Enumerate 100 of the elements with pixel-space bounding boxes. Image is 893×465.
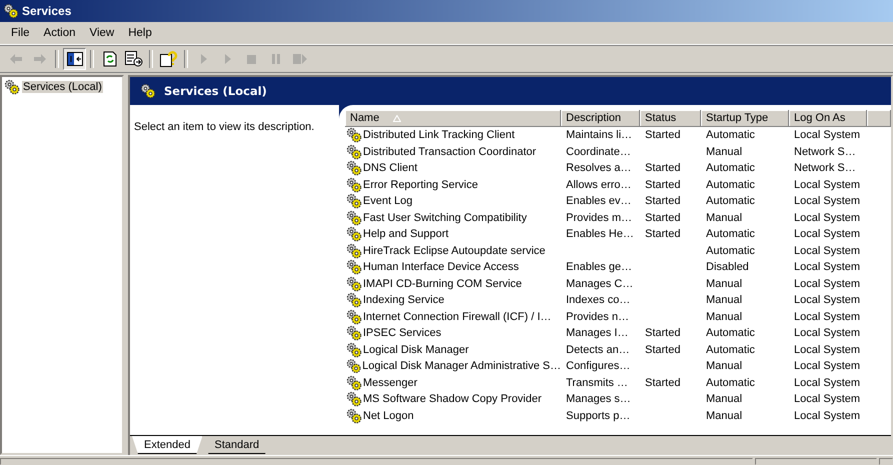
gears-icon [346,391,362,408]
table-cell: Provides n… [566,310,629,323]
column-header[interactable]: Description [561,110,640,127]
table-cell: Manual [706,360,742,372]
column-header[interactable]: Name [345,110,561,127]
gears-icon [346,193,362,210]
menu-item[interactable]: Action [36,27,82,39]
gears-icon [346,342,362,358]
restart-icon [292,54,306,64]
table-cell: Error Reporting Service [363,178,478,191]
table-cell: Manages C… [566,278,634,290]
gears-icon [140,83,156,99]
gears-icon [346,308,362,325]
gears-icon [346,276,362,292]
table-cell: Started [645,212,680,224]
table-cell: Local System [794,327,860,340]
table-cell: Automatic [706,129,755,142]
menu-item[interactable]: View [82,27,122,39]
table-cell: Started [645,162,680,174]
menu-item[interactable]: Help [121,27,159,39]
sort-arrow-icon [393,114,402,122]
table-cell: Manages s… [566,393,631,406]
table-cell: Local System [794,195,860,208]
table-cell: Automatic [706,244,755,257]
table-cell: Fast User Switching Compatibility [363,212,527,224]
tab[interactable]: Extended [132,436,202,454]
forward-arrow-icon [32,53,46,65]
menu-item[interactable]: File [4,27,37,39]
gears-icon [346,210,362,226]
table-cell: Local System [794,261,860,274]
table-cell: IPSEC Services [363,327,442,340]
table-cell: Automatic [706,327,755,340]
table-cell: Net Logon [363,410,414,422]
gears-icon [346,226,362,242]
table-cell: Help and Support [363,228,449,240]
gears-icon [346,292,362,308]
table-cell: Event Log [363,195,413,208]
table-cell: Enables ev… [566,195,632,208]
table-cell: Started [645,376,680,389]
gears-icon [346,242,362,259]
table-cell: Started [645,129,680,142]
table-cell: Automatic [706,178,755,191]
table-cell: Detects an… [566,344,630,356]
table-cell: Automatic [706,162,755,174]
table-cell: Local System [794,393,860,406]
toolbar-button[interactable] [63,48,86,70]
gears-icon [346,127,362,144]
export-list-icon [124,51,142,67]
table-cell: Manual [706,410,742,422]
table-cell: Automatic [706,376,755,389]
help-icon [160,51,178,67]
table-cell: Disabled [706,261,749,274]
gears-icon [3,3,19,19]
table-cell: Manual [706,146,742,158]
table-cell: Configures… [566,360,630,372]
table-cell: Coordinate… [566,146,631,158]
gears-icon [346,408,362,424]
column-header[interactable]: Status [640,110,701,127]
table-cell: Manages I… [566,327,628,340]
table-cell: Local System [794,129,860,142]
table-cell: Human Interface Device Access [363,261,519,274]
play-icon [224,54,232,64]
gears-icon [346,374,362,391]
gears-icon [346,176,362,193]
tree-pane-icon [66,52,82,66]
table-cell: Manual [706,294,742,306]
table-cell: Messenger [363,376,418,389]
table-cell: Enables He… [566,228,634,240]
column-header[interactable]: Startup Type [701,110,789,127]
window-title: Services [22,4,72,18]
table-cell: Local System [794,178,860,191]
table-cell: Distributed Transaction Coordinator [363,146,536,158]
table-cell: Indexing Service [363,294,444,306]
table-cell: Network S… [794,162,856,174]
toolbar-button[interactable] [157,48,180,70]
play-icon [200,54,208,64]
table-cell: Network S… [794,146,856,158]
table-cell: Maintains li… [566,129,632,142]
table-cell: Automatic [706,195,755,208]
table-cell: Local System [794,376,860,389]
table-cell: Local System [794,360,860,372]
tree-item[interactable]: Services (Local) [22,81,103,93]
table-cell: Local System [794,278,860,290]
back-arrow-icon [8,53,22,65]
table-cell: Indexes co… [566,294,630,306]
pause-icon [272,54,280,64]
table-cell: Logical Disk Manager [363,344,469,356]
description-text: Select an item to view its description. [134,121,314,133]
table-cell: Started [645,178,680,191]
table-cell: Local System [794,294,860,306]
table-cell: Local System [794,310,860,323]
table-cell: Manual [706,310,742,323]
table-cell: Manual [706,212,742,224]
refresh-icon [102,51,116,67]
column-header[interactable]: Log On As [789,110,867,127]
gears-icon [346,160,362,176]
gears-icon [346,144,362,160]
table-cell: DNS Client [363,162,418,174]
table-cell: Allows erro… [566,178,632,191]
table-cell: Manual [706,278,742,290]
